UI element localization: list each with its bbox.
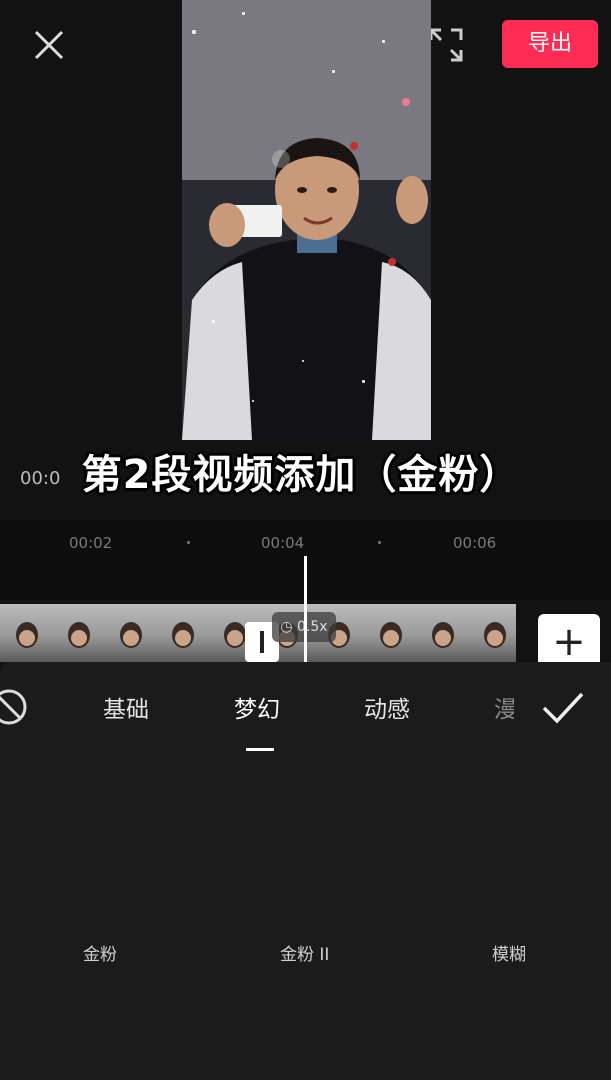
tick-dot	[187, 541, 190, 544]
video-caption: 第2段视频添加（金粉）	[81, 452, 521, 498]
playback-time: 00:0	[20, 468, 61, 489]
fullscreen-icon[interactable]	[425, 24, 467, 66]
clip-thumbnail	[104, 604, 157, 662]
clip-thumbnail	[52, 604, 105, 662]
confirm-check-icon[interactable]	[540, 688, 586, 728]
tab-dynamic[interactable]: 动感	[364, 690, 410, 724]
effect-item-blur[interactable]: 模糊	[492, 940, 526, 965]
tick-label: 00:06	[453, 534, 497, 552]
video-preview	[182, 0, 431, 440]
tab-partial[interactable]: 漫	[494, 690, 514, 724]
clip-thumbnail	[364, 604, 417, 662]
tick-label: 00:04	[261, 534, 305, 552]
video-frame-illustration	[182, 0, 431, 440]
speed-value: 0.5x	[297, 619, 328, 635]
no-effect-icon[interactable]	[0, 686, 30, 728]
export-button[interactable]: 导出	[502, 20, 598, 68]
clip-thumbnail	[0, 604, 53, 662]
close-icon[interactable]	[28, 24, 70, 66]
clip-thumbnail	[468, 604, 516, 662]
clip-thumbnail	[416, 604, 469, 662]
tab-basic[interactable]: 基础	[103, 690, 149, 724]
playhead[interactable]	[304, 556, 307, 666]
tick-label: 00:02	[69, 534, 113, 552]
effect-item-gold-powder-2[interactable]: 金粉 II	[280, 940, 329, 965]
clip-thumbnail	[156, 604, 209, 662]
effects-panel	[0, 662, 611, 1080]
speed-icon: ◷	[280, 619, 298, 635]
tab-dreamy[interactable]: 梦幻	[234, 690, 280, 724]
effect-item-gold-powder[interactable]: 金粉	[83, 940, 117, 965]
selected-tab-indicator	[246, 748, 274, 751]
tick-dot	[378, 541, 381, 544]
